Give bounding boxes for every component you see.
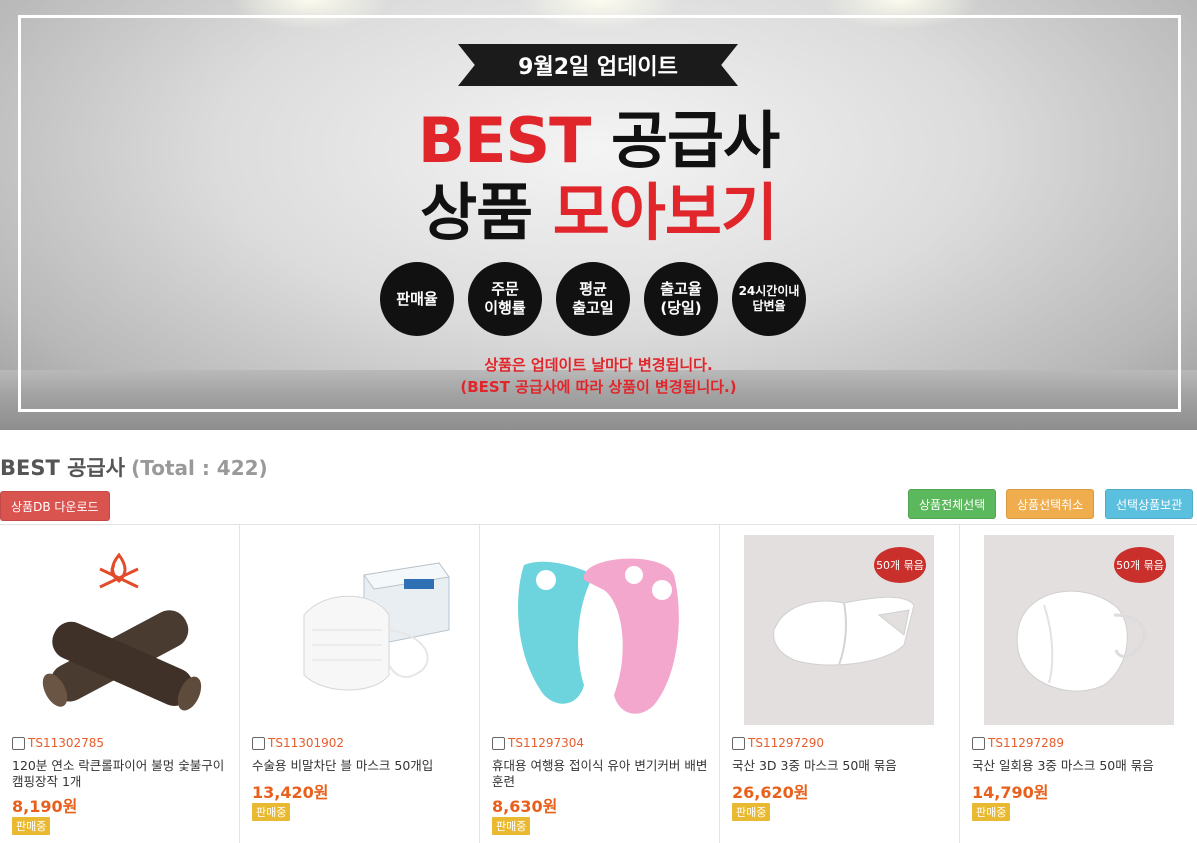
banner-notice-1: 상품은 업데이트 날마다 변경됩니다. bbox=[484, 356, 713, 374]
firewood-icon bbox=[42, 552, 202, 711]
pack-tag: 50개 묶음 bbox=[1114, 547, 1166, 583]
criteria-badges: 판매율 주문 이행률 평균 출고일 출고율 (당일) 24시간이내 답변율 bbox=[380, 262, 806, 336]
product-checkbox[interactable] bbox=[252, 737, 265, 750]
product-grid: TS11302785 120분 연소 락큰롤파이어 불멍 숯불구이 캠핑장작 1… bbox=[0, 524, 1197, 843]
product-card: TS11301902 수술용 비말차단 블 마스크 50개입 13,420원 판… bbox=[240, 525, 480, 843]
product-price: 26,620원 bbox=[732, 783, 809, 802]
product-checkbox[interactable] bbox=[12, 737, 25, 750]
product-price: 8,630원 bbox=[492, 797, 558, 816]
banner-notice-2: (BEST 공급사에 따라 상품이 변경됩니다.) bbox=[460, 378, 737, 396]
badge-avg-shipping-days: 평균 출고일 bbox=[556, 262, 630, 336]
status-badge: 판매중 bbox=[972, 803, 1011, 821]
product-price: 8,190원 bbox=[12, 797, 78, 816]
product-code[interactable]: TS11297289 bbox=[988, 736, 1064, 750]
promo-banner[interactable]: 9월2일 업데이트 BEST 공급사 상품 모아보기 판매율 주문 이행률 평균… bbox=[0, 0, 1197, 430]
status-badge: 판매중 bbox=[12, 817, 51, 835]
product-price: 13,420원 bbox=[252, 783, 329, 802]
status-badge: 판매중 bbox=[732, 803, 771, 821]
product-card: 50개 묶음 TS11297289 국산 일회용 3중 마스크 50매 묶음 1… bbox=[960, 525, 1197, 843]
status-badge: 판매중 bbox=[252, 803, 291, 821]
banner-headline-1: BEST 공급사 bbox=[417, 104, 780, 177]
product-name[interactable]: 수술용 비말차단 블 마스크 50개입 bbox=[252, 758, 472, 774]
product-image[interactable] bbox=[24, 535, 214, 725]
status-badge: 판매중 bbox=[492, 817, 531, 835]
section-title: BEST 공급사 (Total : 422) bbox=[0, 456, 268, 480]
save-selected-button[interactable]: 선택상품보관 bbox=[1105, 489, 1194, 519]
total-count: (Total : 422) bbox=[131, 456, 268, 480]
product-name[interactable]: 120분 연소 락큰롤파이어 불멍 숯불구이 캠핑장작 1개 bbox=[12, 758, 232, 791]
badge-same-day-shipping: 출고율 (당일) bbox=[644, 262, 718, 336]
product-card: TS11297304 휴대용 여행용 접이식 유아 변기커버 배변훈련 8,63… bbox=[480, 525, 720, 843]
product-code[interactable]: TS11297304 bbox=[508, 736, 584, 750]
banner-headline-2: 상품 모아보기 bbox=[420, 176, 778, 249]
badge-fulfillment-rate: 주문 이행률 bbox=[468, 262, 542, 336]
product-price: 14,790원 bbox=[972, 783, 1049, 802]
product-checkbox[interactable] bbox=[732, 737, 745, 750]
product-name[interactable]: 휴대용 여행용 접이식 유아 변기커버 배변훈련 bbox=[492, 758, 712, 791]
product-card: TS11302785 120분 연소 락큰롤파이어 불멍 숯불구이 캠핑장작 1… bbox=[0, 525, 240, 843]
product-image[interactable] bbox=[264, 535, 454, 725]
product-code[interactable]: TS11297290 bbox=[748, 736, 824, 750]
badge-sales-rate: 판매율 bbox=[380, 262, 454, 336]
product-name[interactable]: 국산 일회용 3중 마스크 50매 묶음 bbox=[972, 758, 1192, 774]
product-code[interactable]: TS11301902 bbox=[268, 736, 344, 750]
product-name[interactable]: 국산 3D 3중 마스크 50매 묶음 bbox=[732, 758, 952, 774]
product-card: 50개 묶음 TS11297290 국산 3D 3중 마스크 50매 묶음 26… bbox=[720, 525, 960, 843]
product-code[interactable]: TS11302785 bbox=[28, 736, 104, 750]
select-all-button[interactable]: 상품전체선택 bbox=[908, 489, 997, 519]
mask-box-icon bbox=[303, 562, 450, 691]
product-image[interactable]: 50개 묶음 bbox=[984, 535, 1174, 725]
deselect-button[interactable]: 상품선택취소 bbox=[1006, 489, 1095, 519]
update-ribbon: 9월2일 업데이트 bbox=[458, 44, 738, 86]
product-checkbox[interactable] bbox=[972, 737, 985, 750]
badge-response-rate: 24시간이내 답변율 bbox=[732, 262, 806, 336]
product-checkbox[interactable] bbox=[492, 737, 505, 750]
pack-tag: 50개 묶음 bbox=[874, 547, 926, 583]
potty-seat-icon bbox=[518, 558, 679, 714]
product-image[interactable] bbox=[504, 535, 694, 725]
product-image[interactable]: 50개 묶음 bbox=[744, 535, 934, 725]
download-db-button[interactable]: 상품DB 다운로드 bbox=[0, 491, 110, 521]
